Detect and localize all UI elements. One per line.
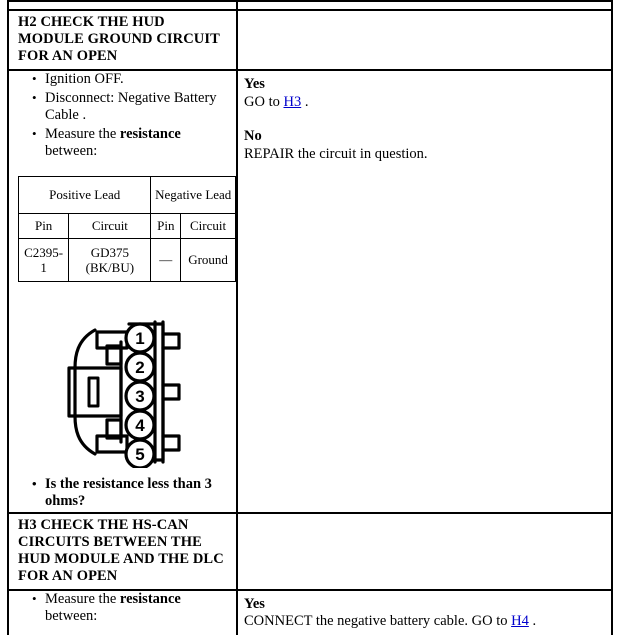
h2-actions-cell: Ignition OFF. Disconnect: Negative Batte… [9,70,238,512]
h2-question-list: Is the resistance less than 3 ohms? [9,475,236,512]
h3-action-list: Measure the resistance between: [9,590,236,627]
negative-pin-header: Pin [150,212,182,239]
connector-pin-group: 1 2 3 4 5 [124,321,156,468]
h3-yes-label: Yes [244,595,265,612]
negative-circuit-header: Circuit [180,212,236,239]
h3-actions-cell: Measure the resistance between: [9,590,238,635]
h2-question-item: Is the resistance less than 3 ohms? [32,475,232,512]
positive-lead-group-header: Positive Lead [17,175,152,214]
pin-label-2: 2 [135,358,144,377]
negative-circuit-value: Ground [180,237,236,282]
h2-yes-label: Yes [244,76,265,92]
link-h4[interactable]: H4 [511,613,529,629]
table-row: C2395-1 GD375 (BK/BU) — Ground [17,237,236,282]
lead-table-wrapper: Positive Lead Negative Lead Pin Circuit … [9,162,236,282]
h2-yes-prefix: GO to [244,93,284,110]
negative-pin-value: — [150,237,182,282]
h3-measure-bold-word: resistance [119,590,181,607]
lead-table: Positive Lead Negative Lead Pin Circuit … [17,175,236,282]
h2-no-action: REPAIR the circuit in question. [244,145,428,162]
h2-body-row: Ignition OFF. Disconnect: Negative Batte… [9,70,611,512]
h3-answer-block: Yes CONNECT the negative battery cable. … [238,591,611,635]
partial-row-left-cell [9,2,238,9]
h2-question-text: Is the resistance less than 3 ohms? [45,475,212,510]
h2-action-list: Ignition OFF. Disconnect: Negative Batte… [9,70,236,162]
connector-left-slot [87,376,100,407]
h2-heading-right-cell [238,11,611,69]
h2-answer-block: Yes GO to H3 . No REPAIR the circuit in … [238,71,611,167]
pin-label-5: 5 [135,445,144,464]
h2-yes-action: GO to H3 . [244,94,605,112]
h3-body-row: Measure the resistance between: Yes CONN… [9,590,611,635]
h2-bullet-1-text: Disconnect: Negative Battery Cable . [45,89,217,124]
h2-no-label: No [244,128,262,144]
partial-row-top [9,2,611,9]
list-item: Measure the resistance between: [32,125,232,162]
h2-answers-cell: Yes GO to H3 . No REPAIR the circuit in … [238,71,611,512]
list-item: Measure the resistance between: [32,590,232,627]
pin-label-3: 3 [135,387,144,406]
h2-measure-prefix: Measure the [45,125,120,142]
list-item: Disconnect: Negative Battery Cable . [32,89,232,126]
connector-latch-top [161,331,181,350]
h2-bullet-0-text: Ignition OFF. [45,71,124,87]
h3-heading-right-cell [238,514,611,589]
connector-left-block [67,365,123,418]
connector-shell-outline [73,327,97,456]
h3-answers-cell: Yes CONNECT the negative battery cable. … [238,591,611,635]
h2-heading-row: H2 CHECK THE HUD MODULE GROUND CIRCUIT F… [9,11,611,69]
h3-measure-suffix: between: [45,608,98,624]
h2-heading-cell: H2 CHECK THE HUD MODULE GROUND CIRCUIT F… [9,11,238,69]
connector-latch-middle [161,382,181,401]
negative-lead-group-header: Negative Lead [150,175,236,214]
h2-measure-bold-word: resistance [119,125,181,142]
link-h3[interactable]: H3 [283,94,301,110]
positive-circuit-header: Circuit [68,212,152,239]
pin-label-1: 1 [135,329,144,348]
procedure-table: H2 CHECK THE HUD MODULE GROUND CIRCUIT F… [7,0,613,635]
positive-circuit-value: GD375 (BK/BU) [68,237,152,282]
answer-spacer [244,111,605,128]
pin-label-4: 4 [135,416,145,435]
connector-svg: 1 2 3 4 5 [67,319,181,468]
partial-row-right-cell [238,2,611,9]
h3-heading-cell: H3 CHECK THE HS-CAN CIRCUITS BETWEEN THE… [9,513,238,589]
h3-heading-text: H3 CHECK THE HS-CAN CIRCUITS BETWEEN THE… [18,516,224,584]
h3-heading-row: H3 CHECK THE HS-CAN CIRCUITS BETWEEN THE… [9,513,611,589]
positive-pin-header: Pin [17,212,70,239]
h2-measure-suffix: between: [45,143,98,159]
h3-yes-suffix: . [528,613,537,629]
h3-yes-action: CONNECT the negative battery cable. GO t… [244,613,605,631]
connector-illustration: 1 2 3 4 5 [9,282,236,476]
h3-yes-prefix: CONNECT the negative battery cable. GO t… [244,613,512,629]
h3-measure-prefix: Measure the [45,590,120,607]
h2-yes-suffix: . [301,93,309,110]
lead-table-sub-header-row: Pin Circuit Pin Circuit [17,212,236,239]
positive-pin-value: C2395-1 [17,237,70,282]
h2-heading-text: H2 CHECK THE HUD MODULE GROUND CIRCUIT F… [18,14,220,64]
connector-latch-bottom [161,433,181,452]
list-item: Ignition OFF. [32,70,232,90]
lead-table-group-header-row: Positive Lead Negative Lead [17,175,236,214]
diagnostic-page: H2 CHECK THE HUD MODULE GROUND CIRCUIT F… [0,0,631,635]
